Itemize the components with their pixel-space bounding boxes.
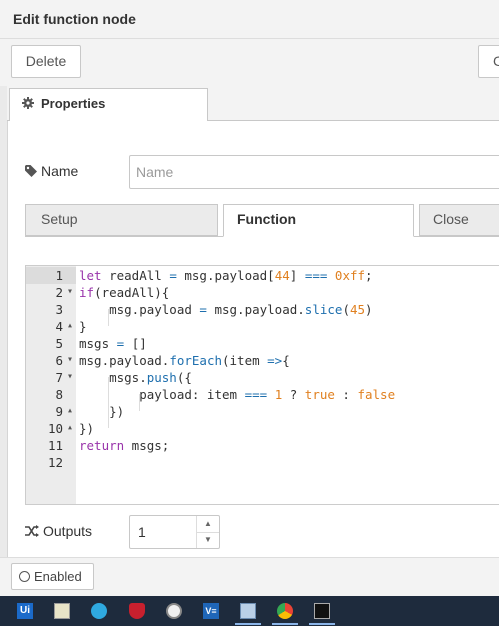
- circle-icon: [19, 571, 30, 582]
- chrome-icon[interactable]: [277, 603, 293, 619]
- enabled-toggle[interactable]: Enabled: [11, 563, 94, 590]
- stepper-down-icon[interactable]: ▼: [197, 532, 219, 548]
- line-number: 7: [55, 370, 63, 385]
- terminal-icon[interactable]: [314, 603, 330, 619]
- line-number: 4: [55, 319, 63, 334]
- line-number: 12: [47, 455, 63, 470]
- line-number: 2: [55, 285, 63, 300]
- code-line: 2 ▾ if(readAll){: [55, 283, 170, 300]
- taskbar-active-indicator: [235, 623, 261, 625]
- code-line: 11 return msgs;: [47, 438, 170, 453]
- line-number: 9: [55, 404, 63, 419]
- outputs-label-text: Outputs: [43, 523, 93, 539]
- code-line: 4 ▴ }: [55, 317, 87, 334]
- code-line: 5 msgs = []: [55, 336, 147, 351]
- subtab-setup[interactable]: Setup: [25, 204, 218, 236]
- code-line: 10 ▴ }): [47, 419, 95, 436]
- uipath-icon[interactable]: Ui: [17, 603, 33, 619]
- notepad-icon[interactable]: [54, 603, 70, 619]
- fold-marker[interactable]: ▴: [67, 317, 73, 334]
- dialog-title-bar: Edit function node: [0, 0, 499, 39]
- outputs-value[interactable]: 1: [138, 524, 146, 540]
- line-number: 1: [55, 268, 63, 283]
- vscode-icon[interactable]: V≡: [203, 603, 219, 619]
- line-number: 11: [47, 438, 63, 453]
- line-number: 5: [55, 336, 63, 351]
- fold-marker[interactable]: ▾: [67, 368, 73, 385]
- subtab-function[interactable]: Function: [223, 204, 414, 237]
- dialog-title: Edit function node: [13, 11, 136, 27]
- fold-marker[interactable]: ▴: [67, 419, 73, 436]
- stepper-up-icon[interactable]: ▲: [197, 516, 219, 533]
- edge-icon[interactable]: [91, 603, 107, 619]
- code-line: 9 ▴ }): [55, 402, 125, 419]
- remote-desktop-icon[interactable]: [240, 603, 256, 619]
- fold-marker[interactable]: ▴: [67, 402, 73, 419]
- subtab-close[interactable]: Close: [419, 204, 499, 236]
- fold-marker[interactable]: ▾: [67, 283, 73, 300]
- tab-properties-label: Properties: [41, 96, 106, 111]
- code-line: 3 msg.payload = msg.payload.slice(45): [55, 302, 373, 317]
- code-line: 8 payload: item === 1 ? true : false: [55, 387, 396, 402]
- name-label-text: Name: [41, 163, 79, 179]
- stepper-arrows: ▲ ▼: [196, 516, 219, 548]
- taskbar-active-indicator: [272, 623, 298, 625]
- code-line: 12: [26, 454, 499, 471]
- delete-button[interactable]: Delete: [11, 45, 81, 78]
- line-number: 3: [55, 302, 63, 317]
- taskbar-active-indicator: [309, 623, 335, 625]
- name-input[interactable]: [129, 155, 499, 189]
- cancel-button[interactable]: C: [478, 45, 499, 78]
- shield-app-icon[interactable]: [129, 603, 145, 619]
- tab-properties[interactable]: Properties: [9, 88, 208, 121]
- clock-icon[interactable]: [166, 603, 182, 619]
- line-number: 10: [47, 421, 63, 436]
- code-editor[interactable]: 1 let readAll = msg.payload[44] === 0xff…: [25, 265, 499, 505]
- gear-icon: [22, 97, 34, 109]
- line-number: 8: [55, 387, 63, 402]
- shuffle-icon: [25, 525, 39, 537]
- fold-marker[interactable]: ▾: [67, 351, 73, 368]
- code-line: 1 let readAll = msg.payload[44] === 0xff…: [26, 267, 499, 284]
- code-line: 7 ▾ msgs.push({: [55, 368, 192, 385]
- line-number: 6: [55, 353, 63, 368]
- outputs-stepper[interactable]: 1 ▲ ▼: [129, 515, 220, 549]
- tag-icon: [25, 165, 37, 177]
- enabled-label: Enabled: [34, 569, 82, 584]
- code-line: 6 ▾ msg.payload.forEach(item =>{: [55, 351, 290, 368]
